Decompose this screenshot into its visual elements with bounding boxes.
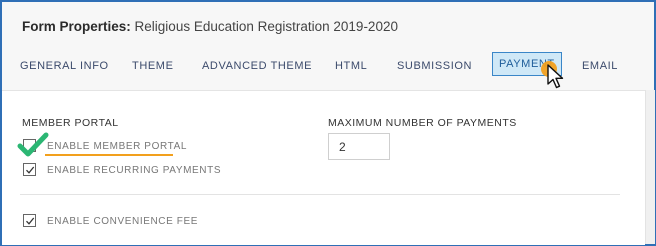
dialog-title: Form Properties: Religious Education Reg…	[22, 19, 398, 34]
tab-theme[interactable]: THEME	[132, 60, 174, 72]
form-name: Religious Education Registration 2019-20…	[134, 19, 398, 34]
checkmark-icon	[26, 217, 35, 225]
max-payments-heading: MAXIMUM NUMBER OF PAYMENTS	[328, 117, 517, 129]
dialog-titlebar: Form Properties: Religious Education Reg…	[2, 2, 654, 50]
enable-recurring-payments-checkbox[interactable]	[23, 163, 36, 176]
enable-convenience-fee-label: ENABLE CONVENIENCE FEE	[47, 216, 199, 227]
mouse-pointer-icon	[547, 64, 564, 89]
dialog-title-prefix: Form Properties:	[22, 19, 131, 34]
tab-advanced-theme[interactable]: ADVANCED THEME	[202, 60, 312, 72]
enable-convenience-fee-checkbox[interactable]	[23, 214, 36, 227]
tab-email[interactable]: EMAIL	[582, 60, 618, 72]
member-portal-underline	[45, 154, 173, 156]
panel-scrollbar[interactable]	[645, 90, 655, 244]
section-divider	[20, 194, 620, 195]
member-portal-heading: MEMBER PORTAL	[22, 117, 119, 129]
tab-submission[interactable]: SUBMISSION	[397, 60, 472, 72]
enable-recurring-payments-label: ENABLE RECURRING PAYMENTS	[47, 165, 222, 176]
tab-html[interactable]: HTML	[335, 60, 367, 72]
checkmark-icon	[26, 166, 35, 174]
enable-member-portal-label: ENABLE MEMBER PORTAL	[47, 141, 187, 152]
max-payments-input[interactable]	[328, 133, 390, 160]
tab-general-info[interactable]: GENERAL INFO	[20, 60, 109, 72]
